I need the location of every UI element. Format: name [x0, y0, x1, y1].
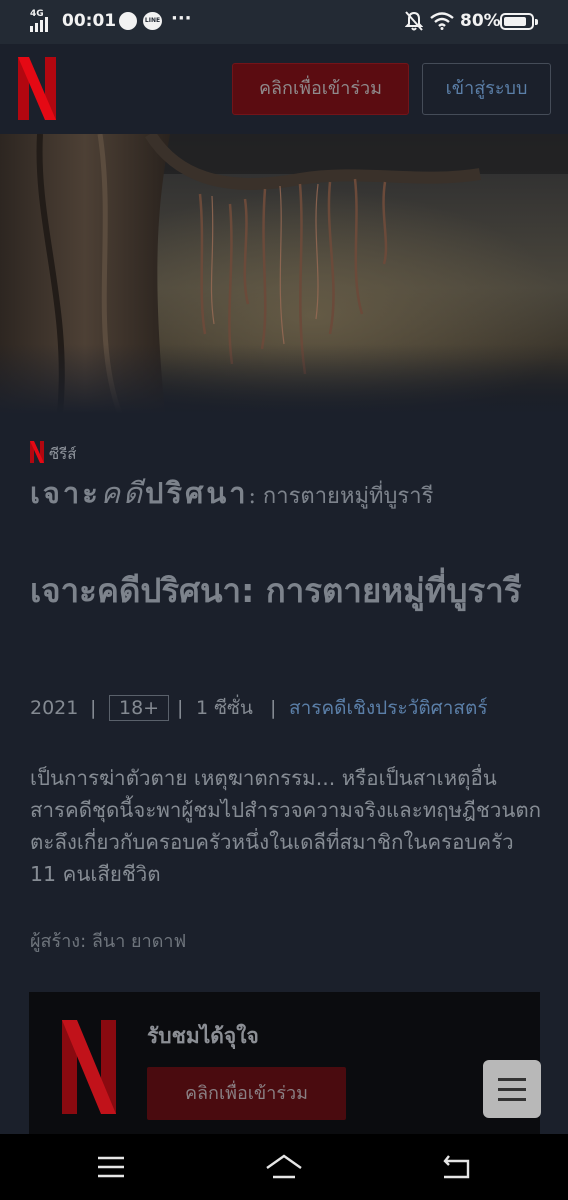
battery-percent: 80%: [460, 11, 501, 31]
status-bar: 4G 00:01 LINE ··· 80%: [0, 0, 568, 44]
title-logo-part-2: คดี: [100, 476, 145, 510]
title-logo: เจาะคดีปริศนา: การตายหมู่ที่บูรารี: [30, 470, 500, 510]
meta-separator: |: [177, 697, 184, 719]
more-notifications-icon: ···: [171, 8, 192, 29]
battery-icon: [500, 13, 538, 30]
meta-separator: |: [90, 697, 97, 719]
banyan-tree-artwork: [0, 134, 568, 414]
season-count: 1 ซีซั่น: [196, 697, 253, 719]
bell-muted-icon: [405, 11, 423, 31]
hero-image: [0, 134, 568, 414]
promo-card-title: รับชมได้จุใจ: [147, 1024, 259, 1048]
join-button[interactable]: คลิกเพื่อเข้าร่วม: [232, 63, 409, 115]
signal-icon: 4G: [30, 10, 56, 32]
netflix-logo[interactable]: [18, 57, 56, 120]
release-year: 2021: [30, 697, 79, 719]
login-button[interactable]: เข้าสู่ระบบ: [422, 63, 551, 115]
title-logo-part-1: เจาะ: [30, 476, 101, 510]
show-title: เจาะคดีปริศนา: การตายหมู่ที่บูรารี: [30, 571, 522, 610]
title-logo-part-4: : การตายหมู่ที่บูรารี: [248, 484, 434, 509]
back-icon[interactable]: [437, 1152, 477, 1182]
wifi-icon: [430, 12, 454, 30]
meta-separator: |: [270, 697, 277, 719]
line-app-icon: LINE: [143, 12, 162, 30]
genre-link[interactable]: สารคดีเชิงประวัติศาสตร์: [289, 694, 488, 722]
netflix-n-icon: [30, 441, 44, 463]
clock: 00:01: [62, 11, 117, 31]
netflix-logo: [62, 1020, 116, 1114]
show-description: เป็นการฆ่าตัวตาย เหตุฆาตกรรม... หรือเป็น…: [30, 766, 542, 886]
promo-join-button[interactable]: คลิกเพื่อเข้าร่วม: [147, 1067, 346, 1120]
maturity-rating-badge: 18+: [109, 695, 170, 721]
menu-icon[interactable]: [91, 1152, 131, 1182]
series-type-label: ซีรีส์: [49, 445, 77, 463]
promo-card: รับชมได้จุใจ คลิกเพื่อเข้าร่วม: [29, 992, 540, 1134]
floating-menu-button[interactable]: [483, 1060, 541, 1118]
system-nav-bar: [0, 1134, 568, 1200]
site-header: คลิกเพื่อเข้าร่วม เข้าสู่ระบบ: [0, 44, 568, 134]
compass-icon: [119, 12, 137, 30]
title-logo-part-3: ปริศนา: [145, 476, 249, 510]
home-icon[interactable]: [264, 1152, 304, 1182]
creator-credit: ผู้สร้าง: ลีนา ยาดาฟ: [30, 931, 187, 952]
network-type: 4G: [30, 9, 44, 19]
